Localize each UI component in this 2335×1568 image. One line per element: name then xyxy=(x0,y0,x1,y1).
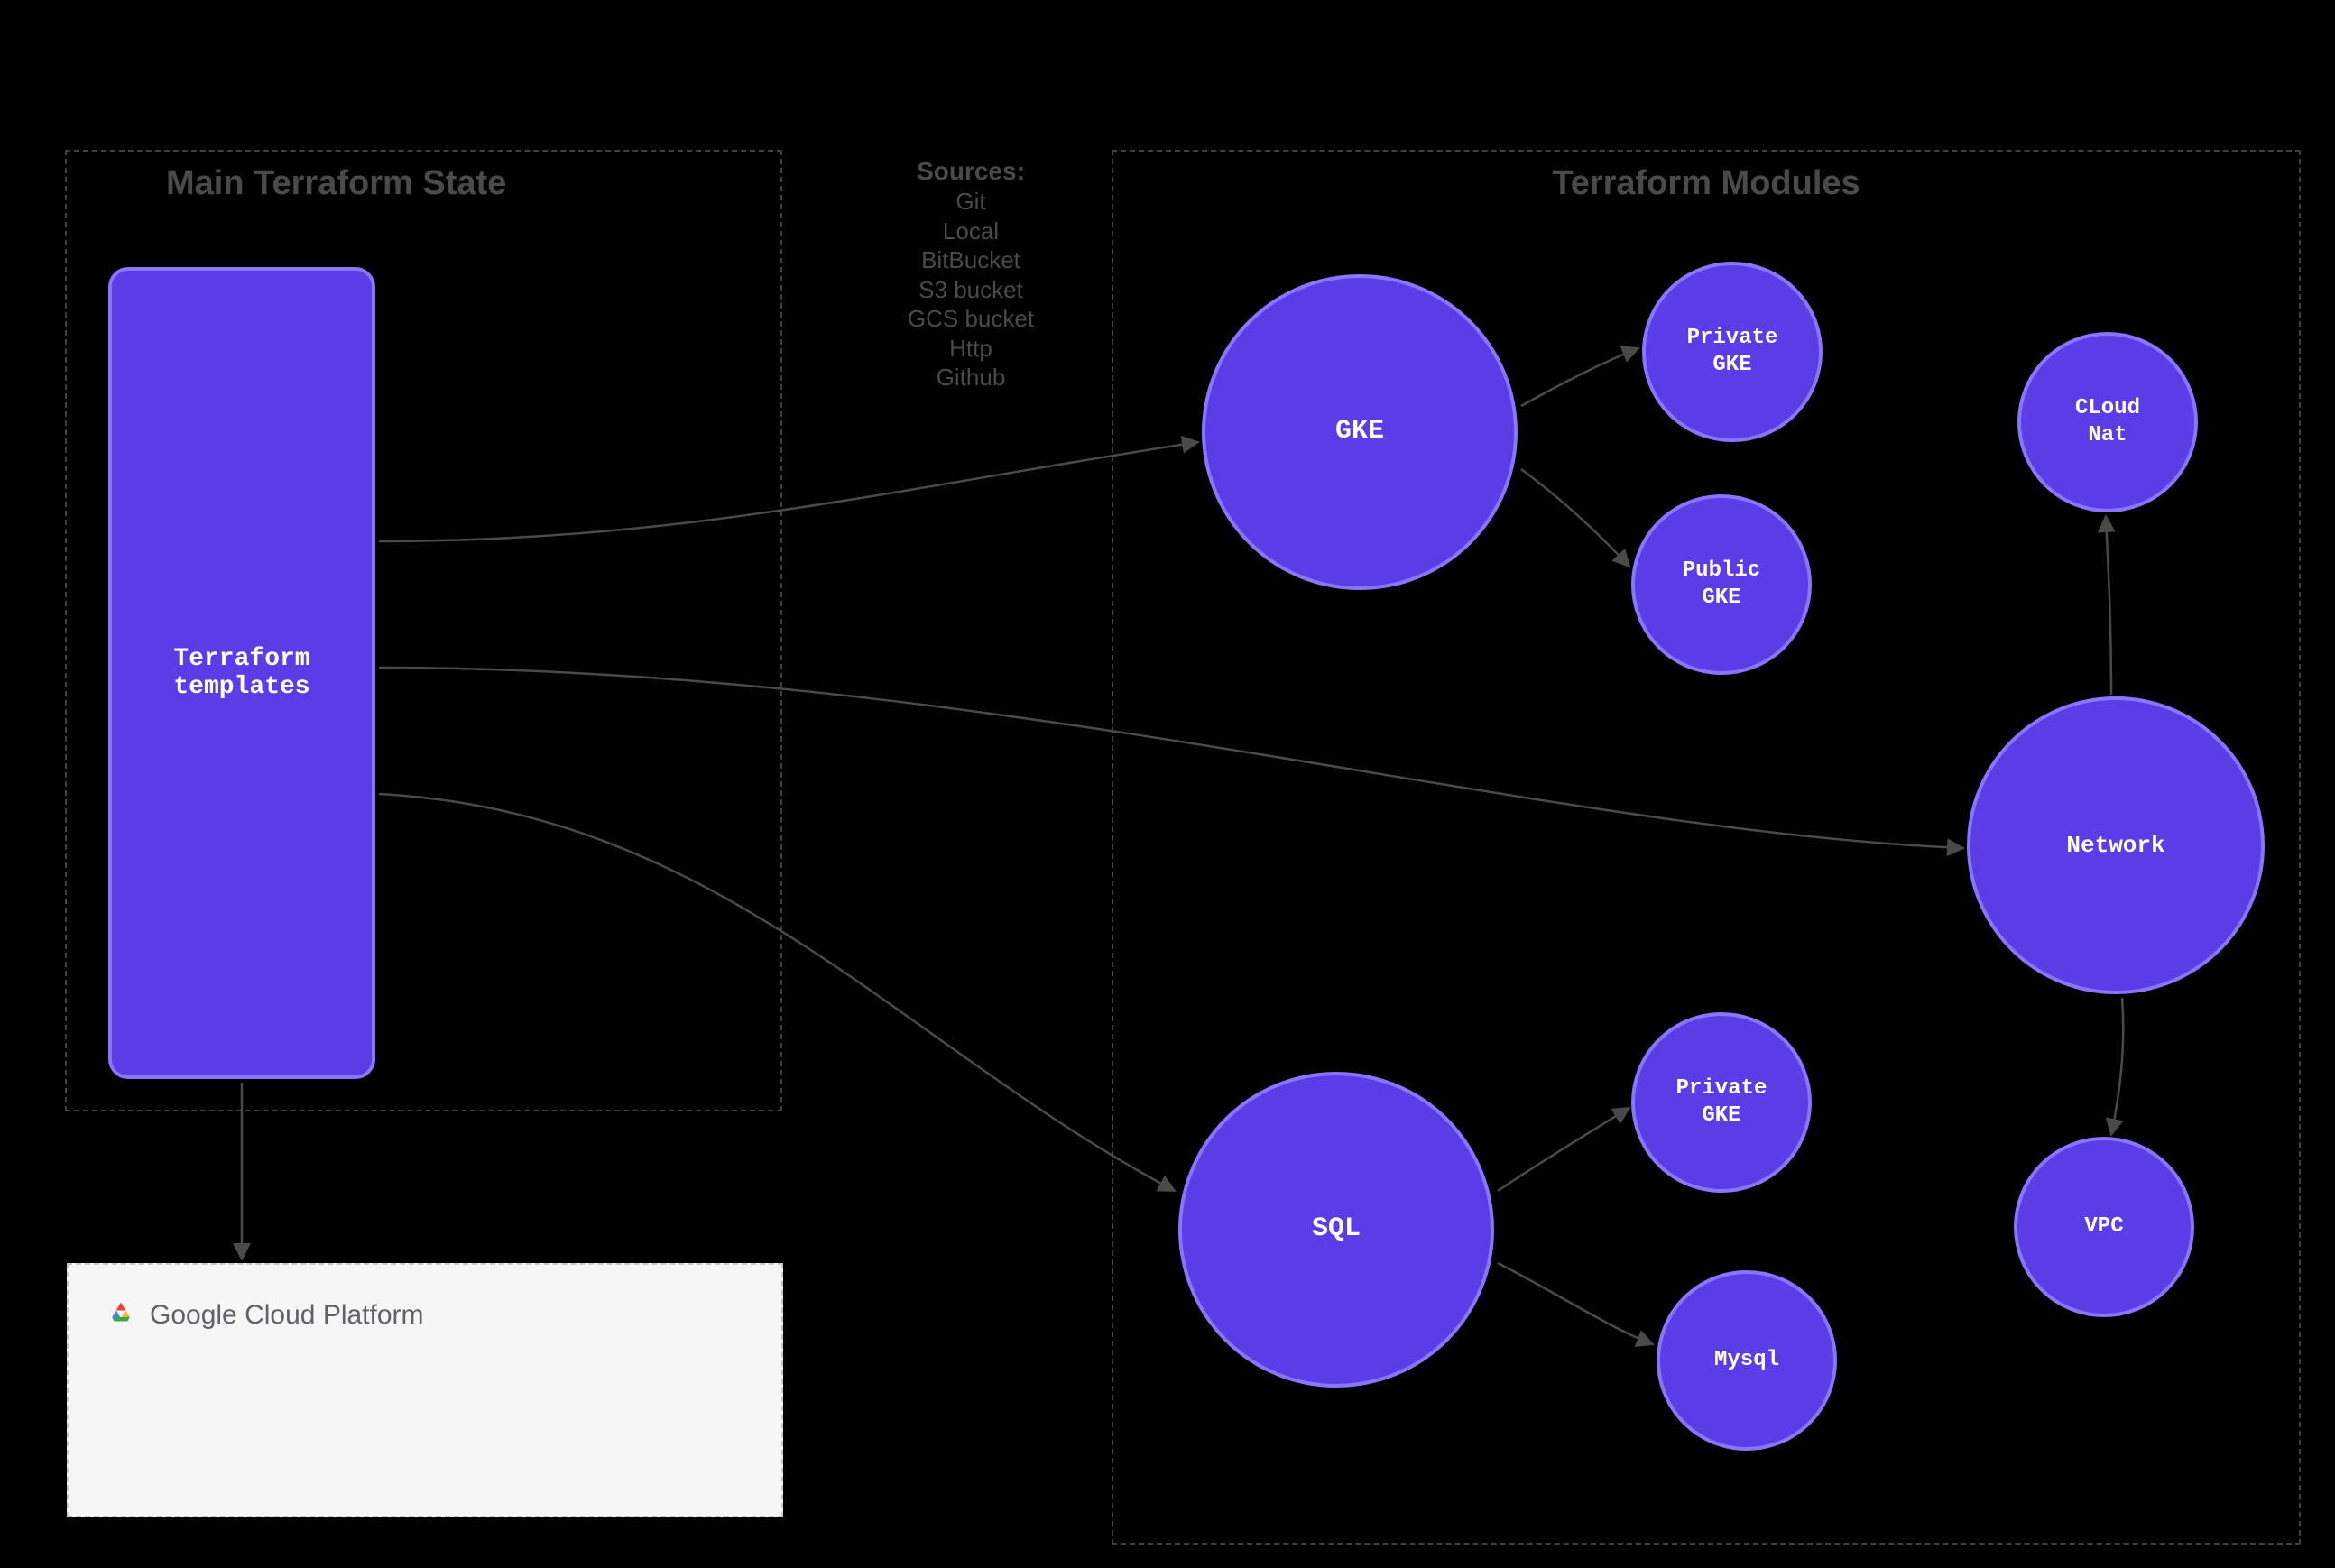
sql-node: SQL xyxy=(1178,1072,1494,1388)
public-gke-node: Public GKE xyxy=(1631,494,1812,675)
sources-item: Http xyxy=(863,334,1079,364)
private-gke-label: Private GKE xyxy=(1687,325,1778,379)
private-gke-node: Private GKE xyxy=(1642,262,1823,442)
mysql-node: Mysql xyxy=(1657,1270,1837,1451)
modules-title: Terraform Modules xyxy=(1552,164,1860,203)
sources-item: Local xyxy=(863,217,1079,246)
cloud-nat-node: CLoud Nat xyxy=(2017,332,2198,512)
private-gke2-node: Private GKE xyxy=(1631,1012,1812,1193)
sources-item: S3 bucket xyxy=(863,275,1079,305)
sources-block: Sources: Git Local BitBucket S3 bucket G… xyxy=(863,155,1079,392)
sql-label: SQL xyxy=(1312,1213,1361,1247)
cloud-nat-label: CLoud Nat xyxy=(2075,395,2140,449)
mysql-label: Mysql xyxy=(1714,1347,1779,1374)
vpc-label: VPC xyxy=(2084,1213,2123,1241)
gke-node: GKE xyxy=(1202,274,1518,590)
public-gke-label: Public GKE xyxy=(1683,558,1760,612)
terraform-templates-label: Terraform templates xyxy=(173,645,309,701)
gcp-label: Google Cloud Platform xyxy=(105,1296,745,1335)
sources-item: GCS bucket xyxy=(863,304,1079,334)
gcp-box: Google Cloud Platform xyxy=(67,1263,783,1517)
gcp-rest: Cloud Platform xyxy=(245,1300,423,1330)
vpc-node: VPC xyxy=(2014,1137,2194,1317)
gke-label: GKE xyxy=(1335,415,1384,449)
sources-item: Github xyxy=(863,363,1079,392)
gcp-logo-icon xyxy=(105,1296,137,1335)
sources-heading: Sources: xyxy=(863,155,1079,187)
network-node: Network xyxy=(1967,696,2265,994)
main-state-title: Main Terraform State xyxy=(166,164,506,203)
network-label: Network xyxy=(2066,831,2164,861)
private-gke2-label: Private GKE xyxy=(1676,1075,1767,1130)
sources-item: BitBucket xyxy=(863,245,1079,275)
sources-item: Git xyxy=(863,187,1079,217)
gcp-brand: Google xyxy=(150,1300,237,1330)
terraform-templates-node: Terraform templates xyxy=(108,267,375,1079)
